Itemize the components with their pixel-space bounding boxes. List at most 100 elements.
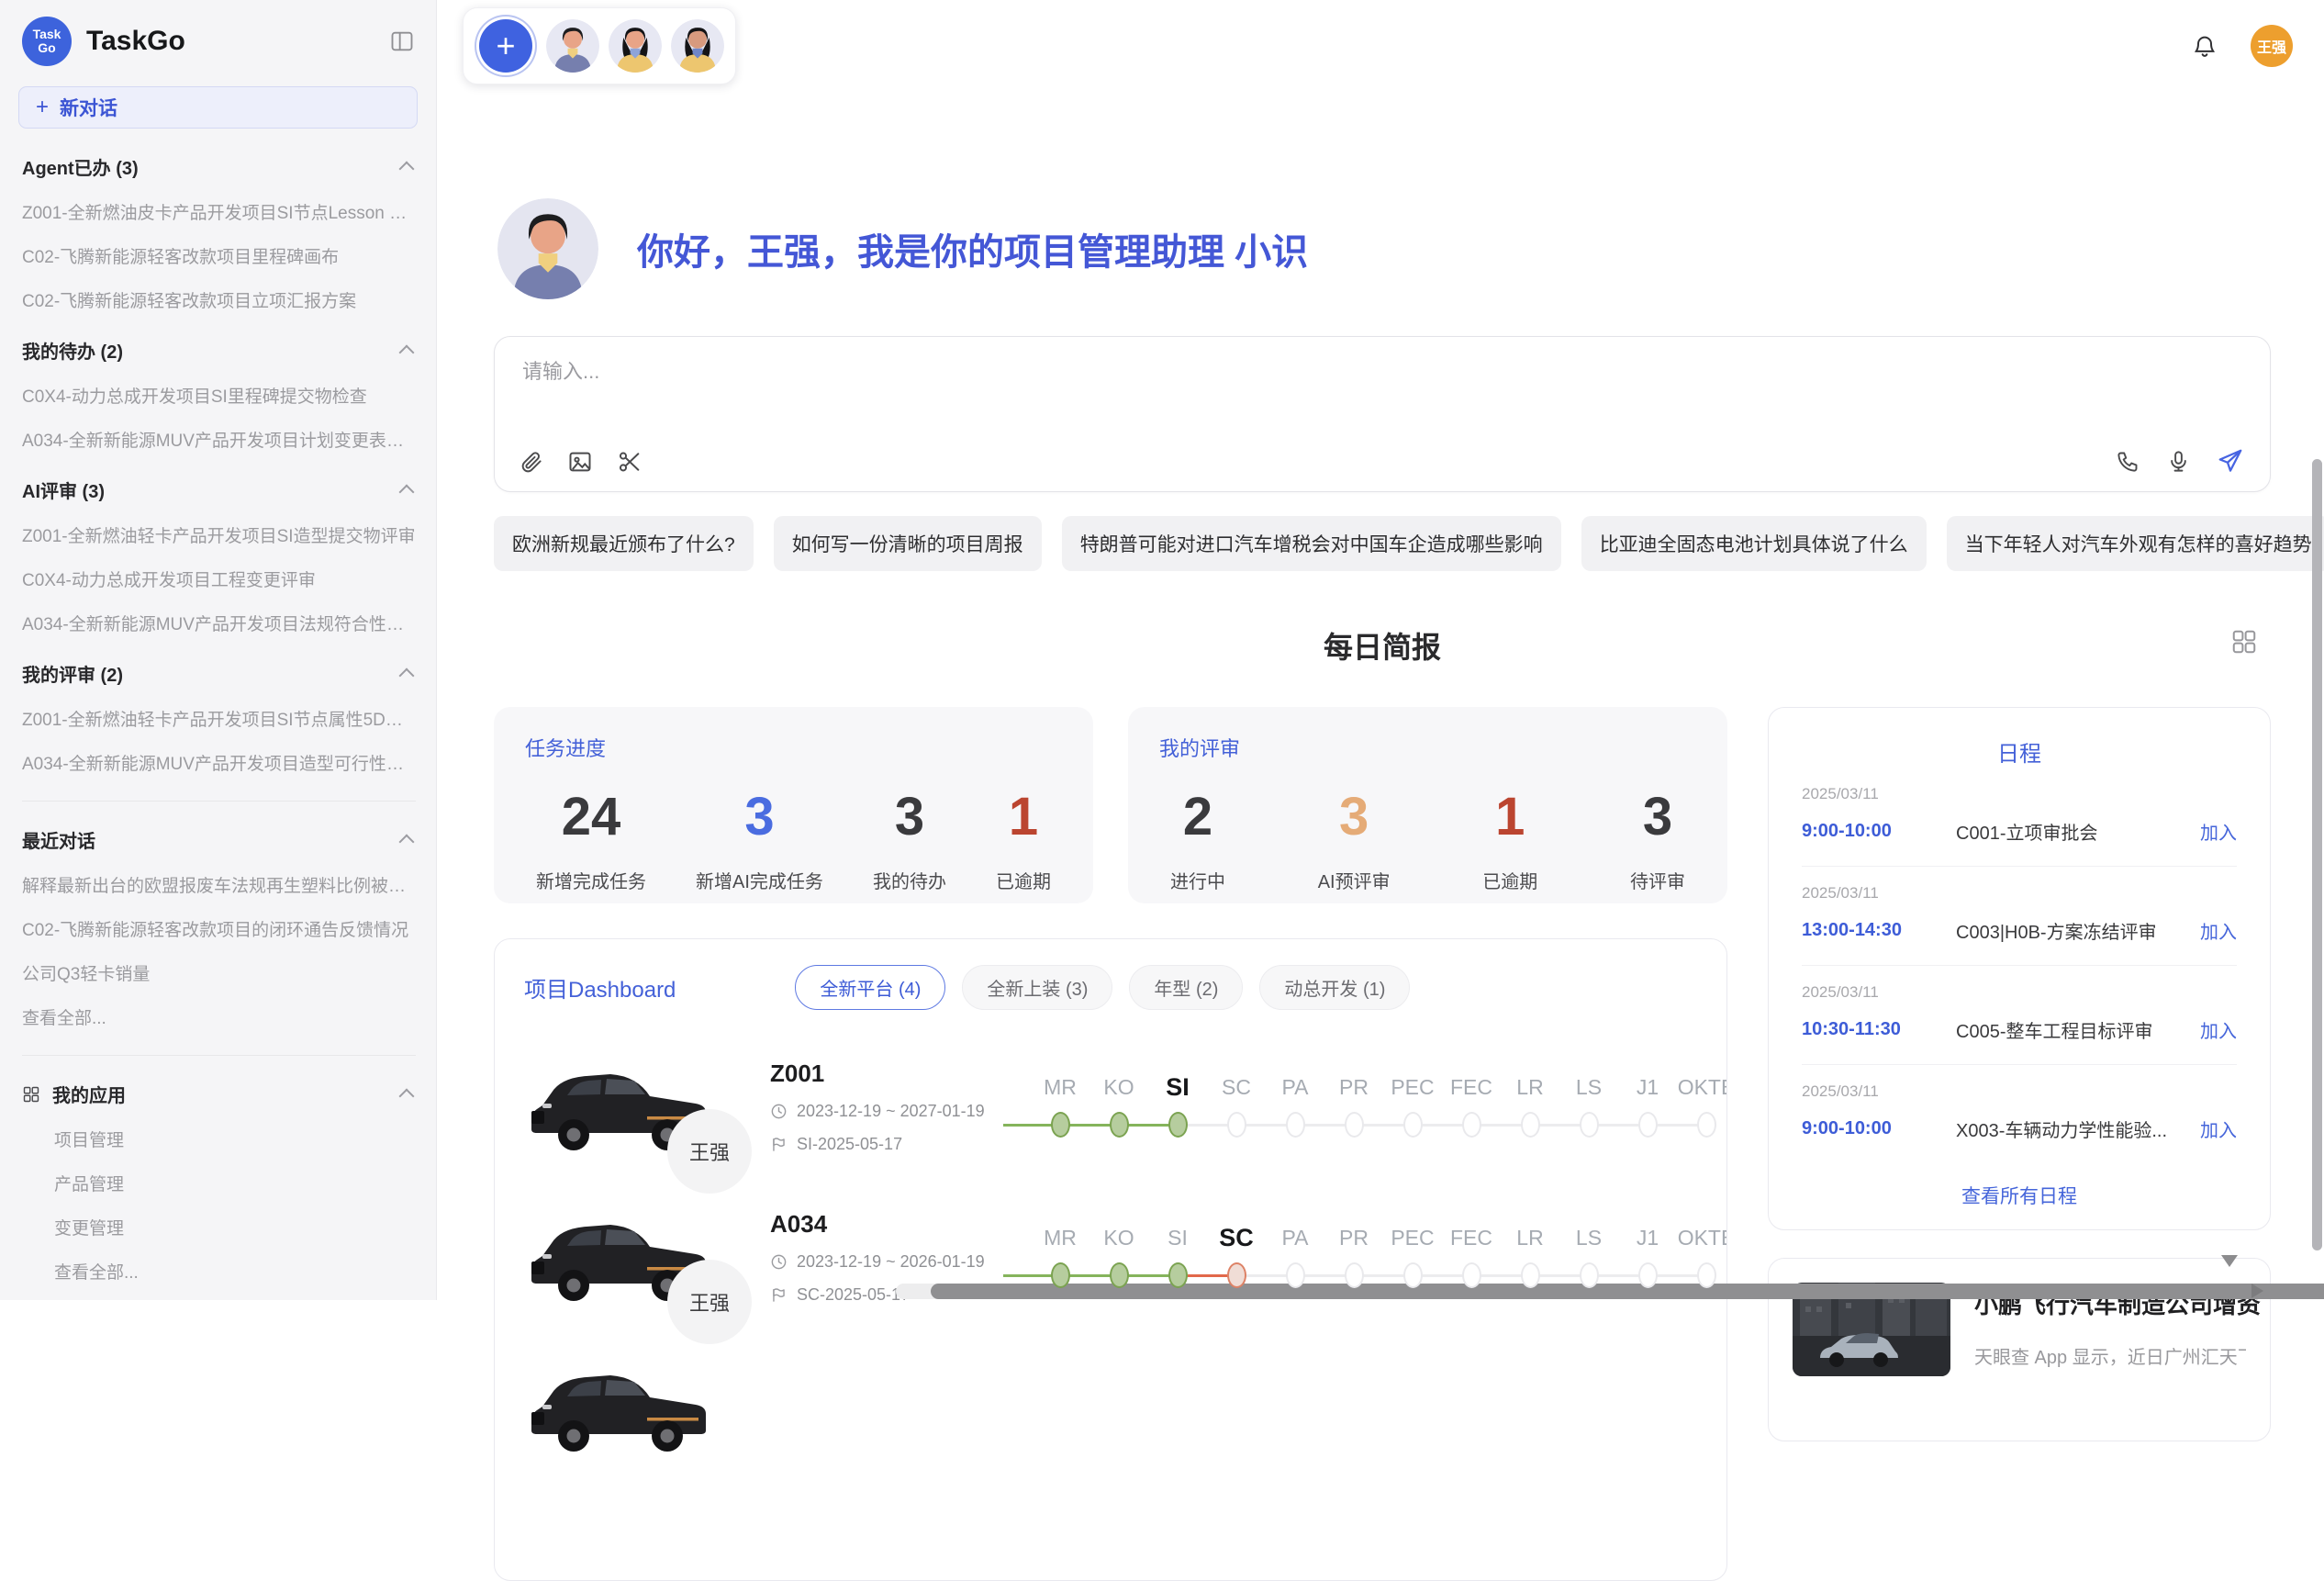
suggestion-chip[interactable]: 特朗普可能对进口汽车增税会对中国车企造成哪些影响 <box>1062 516 1561 571</box>
milestone-label: SI <box>1166 1071 1190 1104</box>
sidebar-nav: Agent已办 (3) Z001-全新燃油皮卡产品开发项目SI节点Lesson L… <box>0 153 436 1300</box>
plus-icon: + <box>36 95 49 120</box>
event-join-link[interactable]: 加入 <box>2200 917 2237 944</box>
stats-row: 任务进度24新增完成任务3新增AI完成任务3我的待办1已逾期我的评审2进行中3A… <box>494 707 1727 903</box>
horizontal-scrollbar-thumb[interactable] <box>931 1284 2324 1299</box>
event-row: 9:00-10:00X003-车辆动力学性能验...加入 <box>1802 1116 2237 1142</box>
sidebar-item[interactable]: Z001-全新燃油轻卡产品开发项目SI造型提交物评审 <box>22 522 416 547</box>
suggestion-chip[interactable]: 欧洲新规最近颁布了什么? <box>494 516 754 571</box>
notification-bell-icon[interactable] <box>2192 33 2218 59</box>
event-join-link[interactable]: 加入 <box>2200 1116 2237 1142</box>
news-body: 小鹏飞行汽车制造公司增资 天眼查 App 显示，近日广州汇天飞行汽... <box>1974 1283 2246 1417</box>
event-join-link[interactable]: 加入 <box>2200 1016 2237 1043</box>
stat-label: 待评审 <box>1630 867 1685 893</box>
sidebar-item[interactable]: 公司Q3轻卡销量 <box>22 960 416 985</box>
stat-card: 我的评审2进行中3AI预评审1已逾期3待评审 <box>1128 707 1727 903</box>
agent-avatar[interactable] <box>609 19 662 73</box>
sidebar-item[interactable]: Z001-全新燃油轻卡产品开发项目SI节点属性5D文件评审 <box>22 706 416 731</box>
sidebar-item[interactable]: C02-飞腾新能源轻客改款项目的闭环通告反馈情况 <box>22 916 416 941</box>
sidebar-section-header[interactable]: AI评审 (3) <box>22 477 416 503</box>
sidebar-item[interactable]: C0X4-动力总成开发项目工程变更评审 <box>22 566 416 591</box>
sidebar-item[interactable]: C02-飞腾新能源轻客改款项目里程碑画布 <box>22 243 416 268</box>
suggestion-chip[interactable]: 比亚迪全固态电池计划具体说了什么 <box>1581 516 1927 571</box>
phone-call-icon[interactable] <box>2116 449 2140 474</box>
new-chat-button[interactable]: + 新对话 <box>18 86 418 129</box>
milestone-dot-area <box>1677 1104 1727 1146</box>
sidebar-app-item[interactable]: 变更管理 <box>54 1215 416 1239</box>
sidebar-section-header[interactable]: 最近对话 <box>22 826 416 853</box>
assistant-avatar <box>497 198 598 299</box>
project-vehicle-image: 王强 <box>524 1052 719 1161</box>
stat-value: 3 <box>744 788 774 847</box>
add-agent-button[interactable]: + <box>479 19 532 73</box>
sidebar-header: Task Go TaskGo <box>0 13 436 75</box>
dashboard-tab[interactable]: 动总开发 (1) <box>1259 965 1410 1010</box>
stat-value: 2 <box>1183 788 1212 847</box>
milestone: FEC <box>1442 1071 1501 1146</box>
dashboard-tab[interactable]: 全新上装 (3) <box>962 965 1112 1010</box>
stat-label: 已逾期 <box>1482 867 1537 893</box>
app-logo: Task Go <box>22 17 72 66</box>
divider <box>22 1055 416 1056</box>
event-join-link[interactable]: 加入 <box>2200 818 2237 845</box>
sidebar-item[interactable]: C02-飞腾新能源轻客改款项目立项汇报方案 <box>22 287 416 312</box>
app-title: TaskGo <box>86 26 388 57</box>
view-all-schedule-link[interactable]: 查看所有日程 <box>1802 1182 2237 1209</box>
sidebar-item[interactable]: 查看全部... <box>22 1004 416 1029</box>
send-icon[interactable] <box>2217 447 2244 475</box>
project-row[interactable]: 王强Z0012023-12-19 ~ 2027-01-19SI-2025-05-… <box>524 1052 1697 1161</box>
project-dashboard-card: 项目Dashboard 全新平台 (4)全新上装 (3)年型 (2)动总开发 (… <box>494 938 1727 1581</box>
dashboard-tab[interactable]: 全新平台 (4) <box>795 965 945 1010</box>
sidebar-item[interactable]: C0X4-动力总成开发项目SI里程碑提交物检查 <box>22 383 416 408</box>
main-area: + <box>437 0 2324 1300</box>
vertical-scrollbar-thumb[interactable] <box>2312 459 2322 1250</box>
project-owner-badge: 王强 <box>667 1260 752 1344</box>
event-row: 13:00-14:30C003|H0B-方案冻结评审加入 <box>1802 917 2237 944</box>
stat-value: 3 <box>1339 788 1369 847</box>
scissors-icon[interactable] <box>617 449 642 475</box>
milestone-label: SC <box>1219 1221 1254 1254</box>
agent-avatar[interactable] <box>671 19 724 73</box>
sidebar-section-label: Agent已办 (3) <box>22 153 139 180</box>
milestone-dot <box>1638 1262 1658 1288</box>
suggestion-chip[interactable]: 如何写一份清晰的项目周报 <box>774 516 1042 571</box>
sidebar-item[interactable]: A034-全新新能源MUV产品开发项目造型可行性评审 <box>22 750 416 775</box>
dashboard-header: 项目Dashboard 全新平台 (4)全新上装 (3)年型 (2)动总开发 (… <box>524 965 1697 1010</box>
sidebar-app-item[interactable]: 查看全部... <box>54 1259 416 1284</box>
chevron-up-icon <box>399 162 415 177</box>
stat-card-title: 我的评审 <box>1159 733 1696 762</box>
project-flag-text: SC-2025-05-17 <box>797 1285 910 1305</box>
sidebar-section-header[interactable]: 我的评审 (2) <box>22 660 416 687</box>
milestone-dot <box>1345 1112 1364 1138</box>
logo-line-2: Go <box>38 41 55 55</box>
sidebar-section-header[interactable]: Agent已办 (3) <box>22 153 416 180</box>
suggestion-chip[interactable]: 当下年轻人对汽车外观有怎样的喜好趋势 <box>1947 516 2324 571</box>
sidebar-app-item[interactable]: 项目管理 <box>54 1127 416 1151</box>
sidebar-section-header[interactable]: 我的待办 (2) <box>22 337 416 364</box>
stat-card: 任务进度24新增完成任务3新增AI完成任务3我的待办1已逾期 <box>494 707 1093 903</box>
sidebar-app-item[interactable]: 产品管理 <box>54 1171 416 1195</box>
microphone-icon[interactable] <box>2166 449 2191 474</box>
user-avatar[interactable]: 王强 <box>2251 25 2293 67</box>
milestone-dot <box>1403 1262 1423 1288</box>
paperclip-icon[interactable] <box>519 450 543 475</box>
scroll-right-arrow-icon[interactable] <box>2251 1284 2263 1298</box>
image-upload-icon[interactable] <box>567 449 593 475</box>
chat-input[interactable] <box>520 359 1809 385</box>
layout-grid-icon[interactable] <box>2230 628 2258 660</box>
milestone-timeline: MRKOSISCPAPRPECFECLRLSJ1OKTB <box>1031 1067 1727 1146</box>
scroll-down-arrow-icon[interactable] <box>2221 1255 2238 1267</box>
event-title: C001-立项审批会 <box>1956 818 2200 845</box>
sidebar-item[interactable]: Z001-全新燃油皮卡产品开发项目SI节点Lesson Learn报告 <box>22 199 416 224</box>
agent-avatar[interactable] <box>546 19 599 73</box>
sidebar-item[interactable]: 解释最新出台的欧盟报废车法规再生塑料比例被调至15%... <box>22 872 416 897</box>
chevron-up-icon <box>399 345 415 361</box>
stat-value: 24 <box>562 788 621 847</box>
stat: 24新增完成任务 <box>536 788 646 893</box>
milestone: PA <box>1266 1071 1324 1146</box>
sidebar-item[interactable]: A034-全新新能源MUV产品开发项目法规符合性评审 <box>22 611 416 635</box>
sidebar-item-my-apps[interactable]: 我的应用 <box>22 1081 416 1107</box>
sidebar-collapse-icon[interactable] <box>388 28 416 55</box>
sidebar-item[interactable]: A034-全新新能源MUV产品开发项目计划变更表编写 <box>22 427 416 452</box>
dashboard-tab[interactable]: 年型 (2) <box>1129 965 1243 1010</box>
